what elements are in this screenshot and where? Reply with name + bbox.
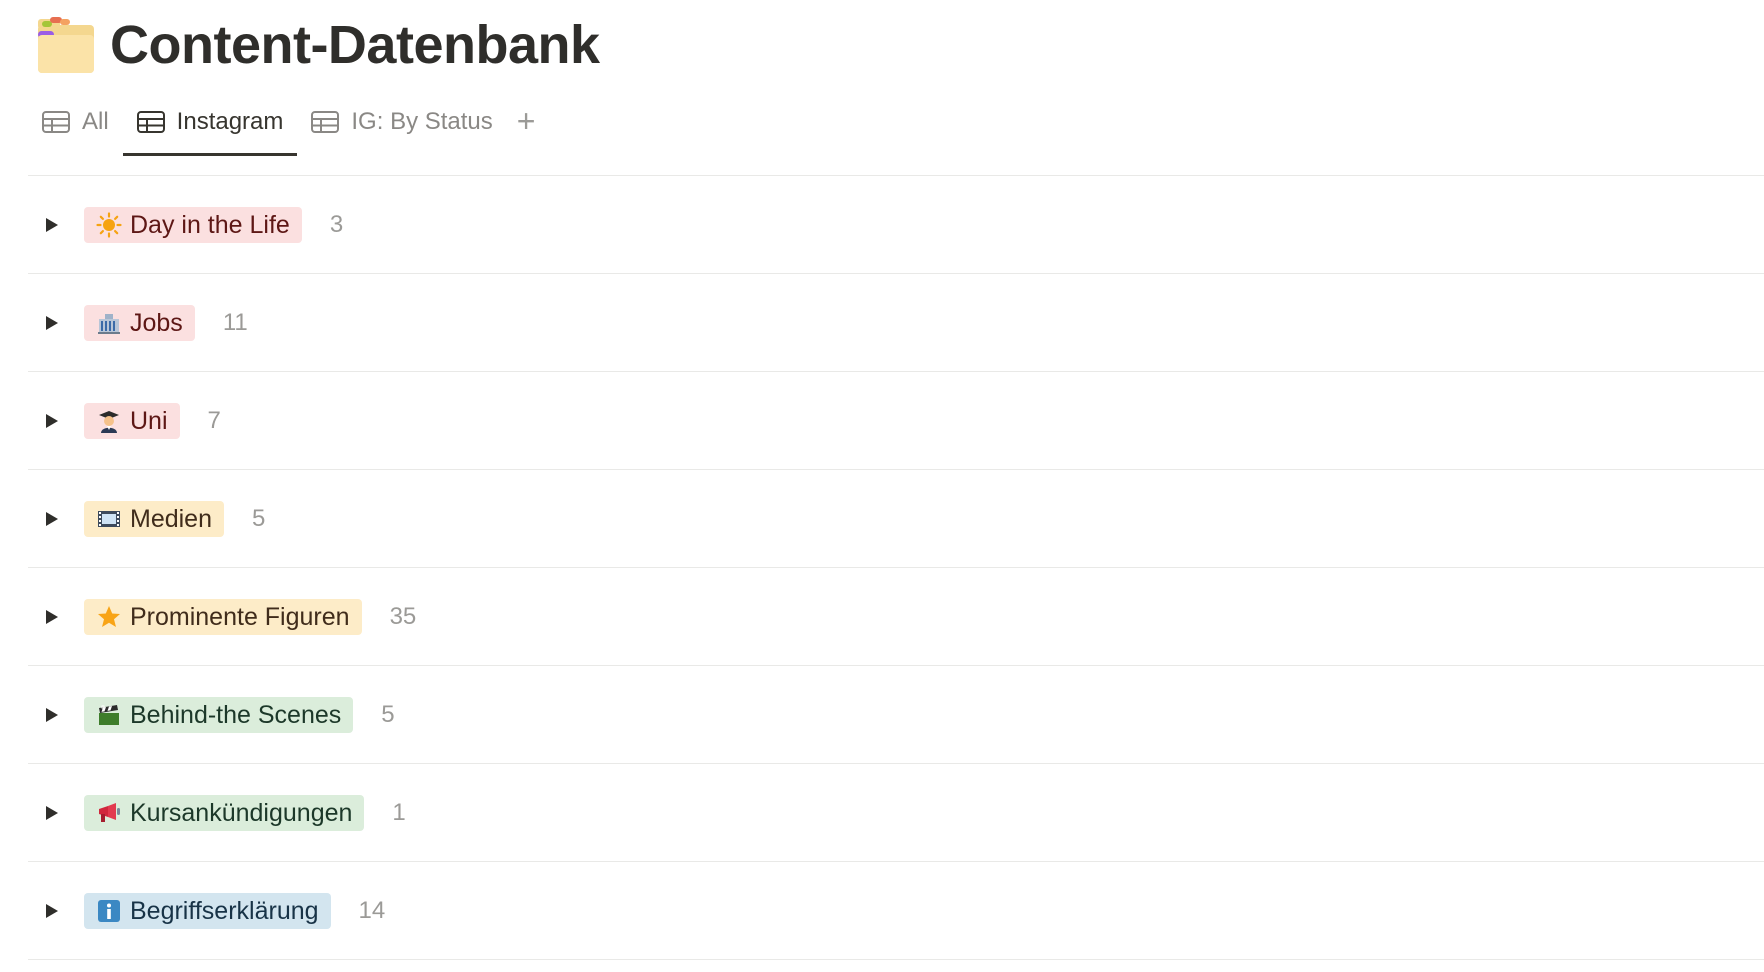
group-label: Behind-the Scenes bbox=[130, 700, 342, 729]
toggle-triangle-icon[interactable] bbox=[40, 311, 64, 335]
add-view-button[interactable]: + bbox=[507, 105, 546, 137]
group-list: Day in the Life 3 Jobs 11 Uni 7 Medien 5… bbox=[28, 176, 1764, 960]
page-header: Content-Datenbank bbox=[34, 10, 600, 80]
toggle-triangle-icon[interactable] bbox=[40, 703, 64, 727]
tab-label: Instagram bbox=[176, 108, 284, 135]
toggle-triangle-icon[interactable] bbox=[40, 213, 64, 237]
toggle-triangle-icon[interactable] bbox=[40, 409, 64, 433]
table-icon bbox=[311, 111, 340, 133]
group-count: 5 bbox=[252, 504, 266, 532]
group-tag[interactable]: Uni bbox=[84, 402, 180, 439]
group-tag[interactable]: Prominente Figuren bbox=[84, 598, 362, 635]
group-label: Jobs bbox=[130, 308, 183, 337]
table-icon bbox=[42, 111, 70, 133]
star-icon bbox=[96, 604, 122, 630]
group-row-prominente-figuren: Prominente Figuren 35 bbox=[28, 568, 1764, 666]
group-tag[interactable]: Day in the Life bbox=[84, 206, 302, 243]
group-count: 5 bbox=[381, 700, 395, 728]
tab-ig-by-status[interactable]: IG: By Status bbox=[297, 108, 506, 154]
tab-label: IG: By Status bbox=[351, 108, 493, 135]
student-icon bbox=[96, 408, 122, 434]
group-label: Day in the Life bbox=[130, 210, 290, 239]
group-label: Medien bbox=[130, 504, 212, 533]
group-tag[interactable]: Jobs bbox=[84, 304, 195, 341]
toggle-triangle-icon[interactable] bbox=[40, 605, 64, 629]
megaphone-icon bbox=[96, 800, 122, 826]
tab-instagram[interactable]: Instagram bbox=[122, 108, 298, 156]
folder-icon[interactable] bbox=[34, 13, 98, 77]
group-label: Uni bbox=[130, 406, 168, 435]
group-tag[interactable]: Behind-the Scenes bbox=[84, 696, 354, 733]
group-count: 11 bbox=[222, 308, 248, 336]
group-row-kursankuendigungen: Kursankündigungen 1 bbox=[28, 764, 1764, 862]
group-row-medien: Medien 5 bbox=[28, 470, 1764, 568]
tab-all[interactable]: All bbox=[28, 108, 123, 154]
group-row-uni: Uni 7 bbox=[28, 372, 1764, 470]
information-icon bbox=[96, 898, 122, 924]
view-tabs: All Instagram IG: By Status + bbox=[28, 105, 546, 158]
film-strip-icon bbox=[96, 506, 122, 532]
notion-page: Content-Datenbank All Instagram IG: By S… bbox=[0, 0, 1764, 972]
toggle-triangle-icon[interactable] bbox=[40, 801, 64, 825]
office-building-icon bbox=[96, 310, 122, 336]
group-row-begriffserklaerung: Begriffserklärung 14 bbox=[28, 862, 1764, 960]
table-icon bbox=[136, 111, 165, 133]
group-count: 14 bbox=[358, 896, 386, 924]
toggle-triangle-icon[interactable] bbox=[40, 899, 64, 923]
toggle-triangle-icon[interactable] bbox=[40, 507, 64, 531]
group-tag[interactable]: Kursankündigungen bbox=[84, 794, 365, 831]
tab-label: All bbox=[82, 108, 109, 135]
sun-icon bbox=[96, 211, 122, 238]
group-row-behind-the-scenes: Behind-the Scenes 5 bbox=[28, 666, 1764, 764]
group-label: Prominente Figuren bbox=[130, 602, 350, 631]
page-title[interactable]: Content-Datenbank bbox=[110, 10, 600, 80]
group-tag[interactable]: Begriffserklärung bbox=[84, 892, 331, 929]
group-label: Begriffserklärung bbox=[130, 896, 319, 925]
group-count: 1 bbox=[392, 798, 406, 826]
group-count: 3 bbox=[329, 210, 344, 238]
group-row-jobs: Jobs 11 bbox=[28, 274, 1764, 372]
group-count: 35 bbox=[389, 602, 417, 630]
group-label: Kursankündigungen bbox=[130, 798, 353, 827]
group-count: 7 bbox=[207, 406, 221, 434]
group-row-day-in-the-life: Day in the Life 3 bbox=[28, 176, 1764, 274]
group-tag[interactable]: Medien bbox=[84, 500, 224, 537]
clapper-board-icon bbox=[96, 702, 122, 728]
